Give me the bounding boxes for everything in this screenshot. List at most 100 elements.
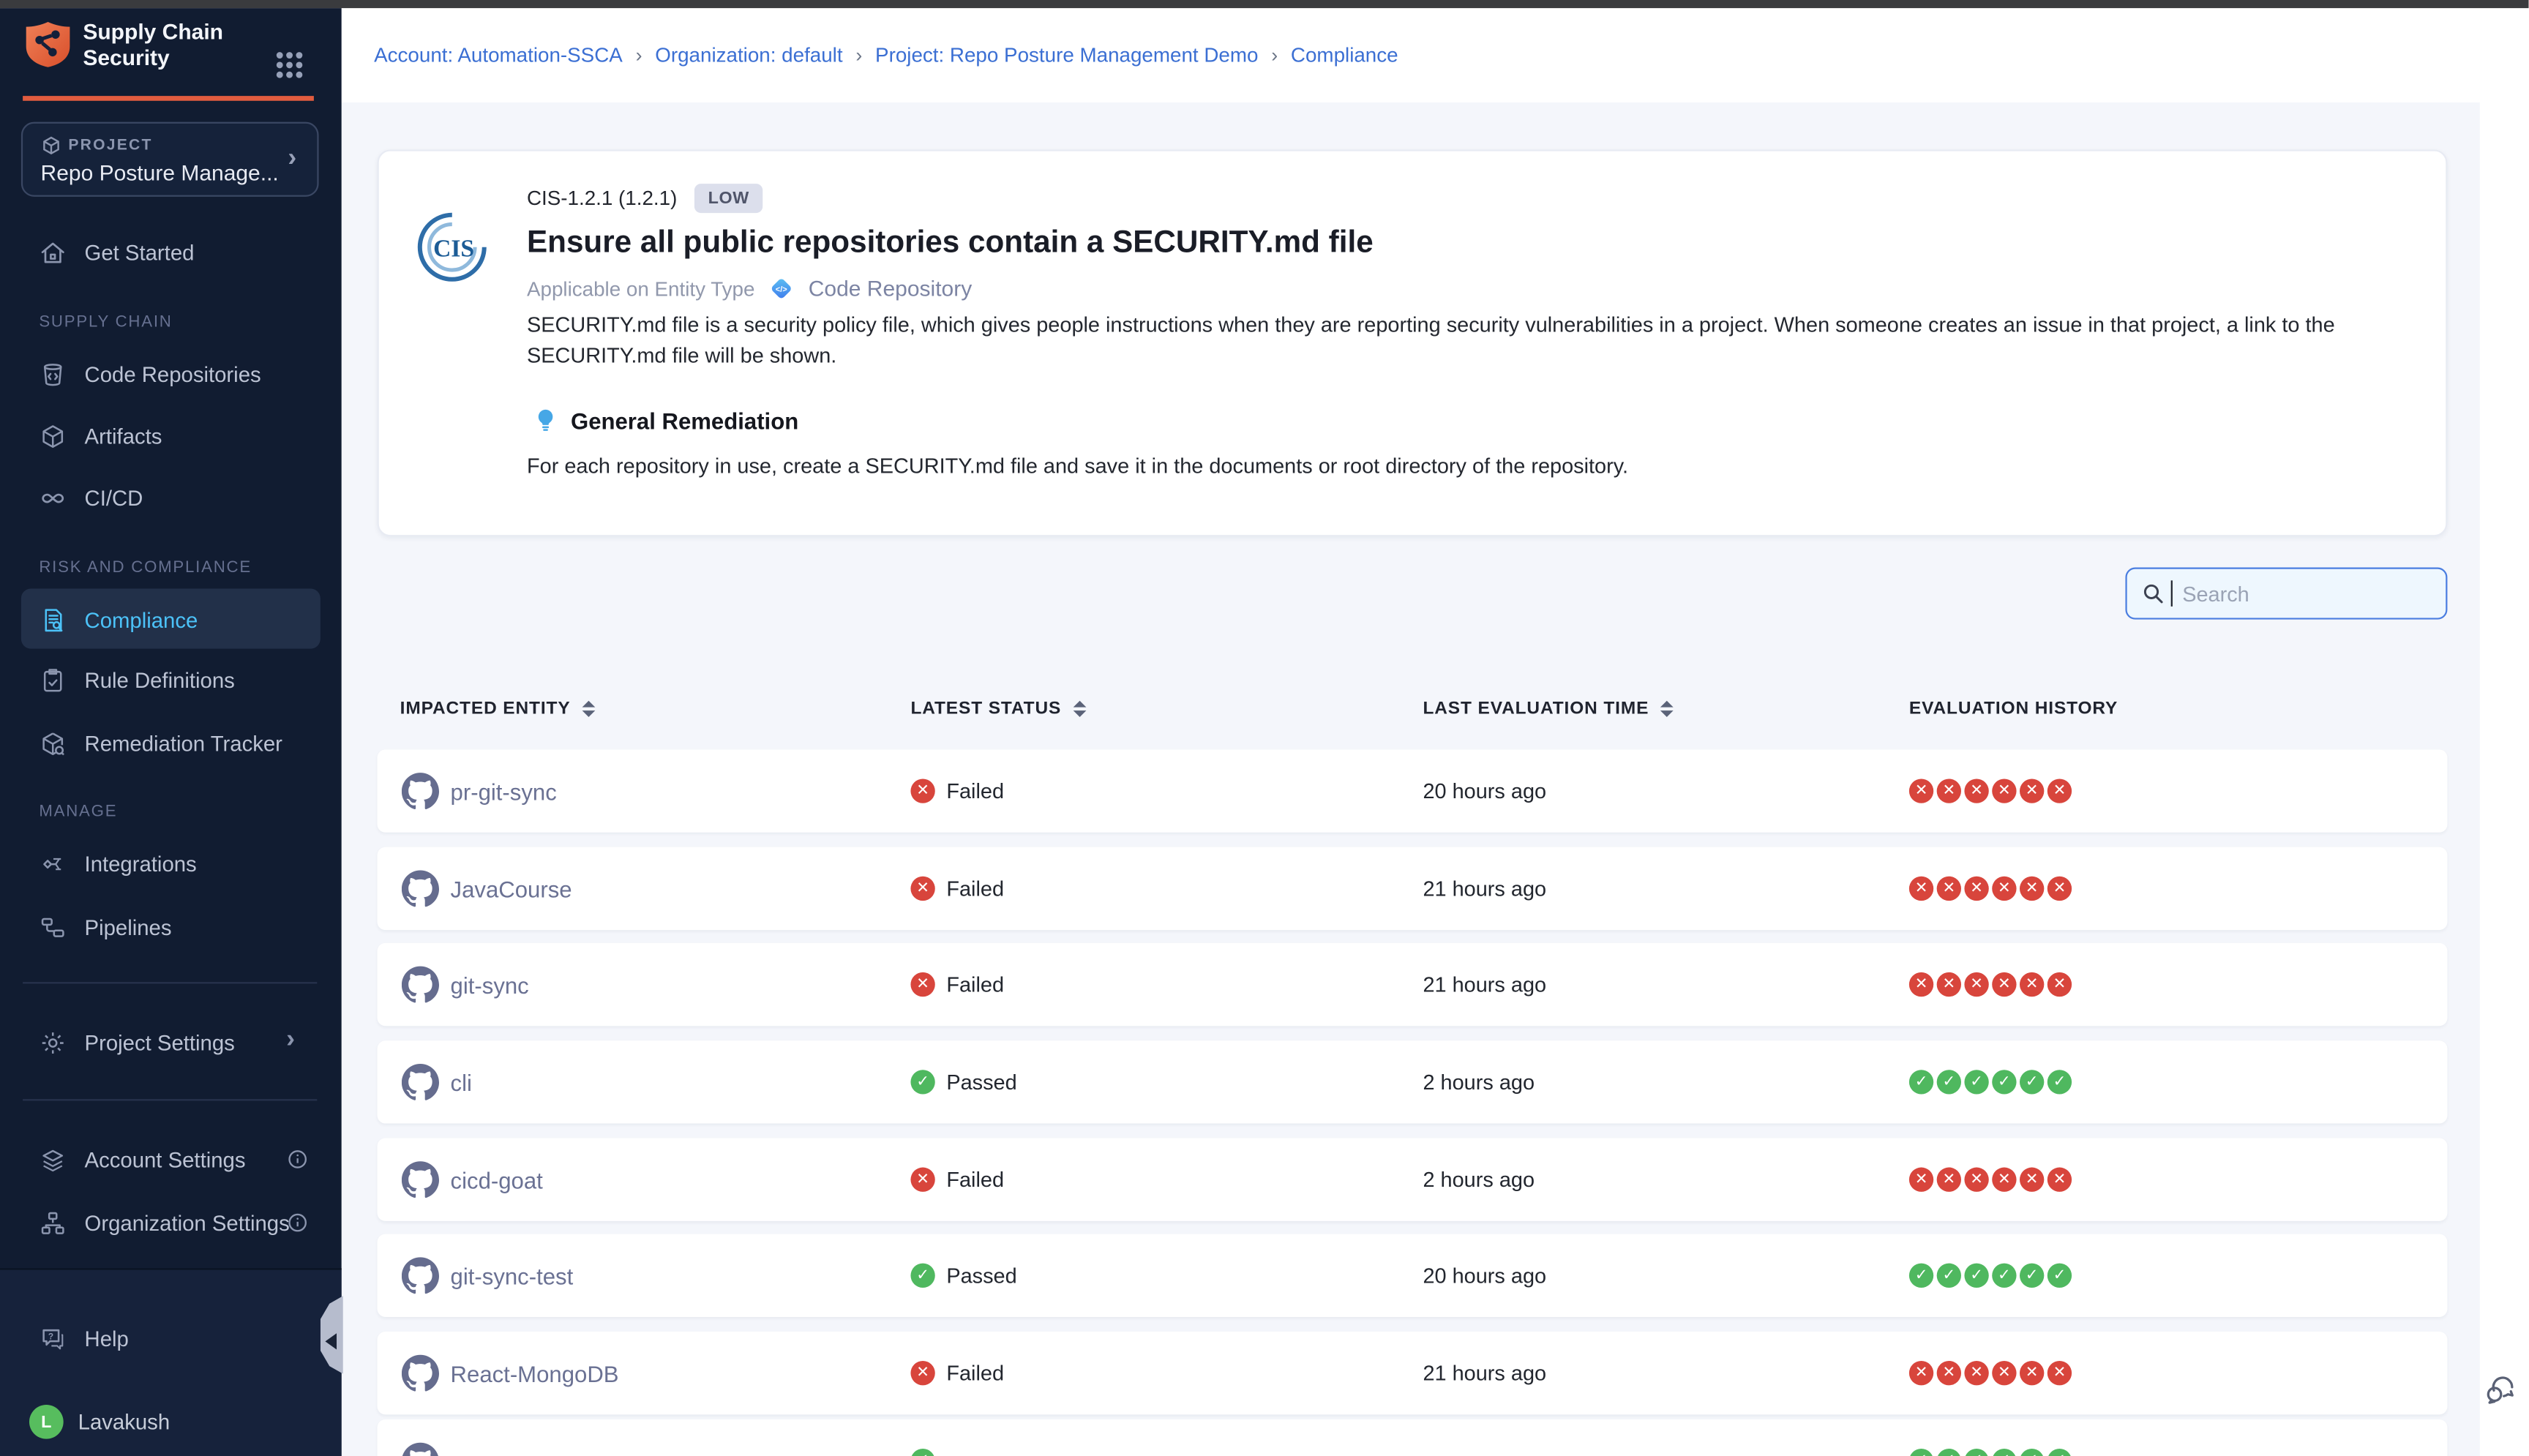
history-status-icon[interactable] bbox=[2047, 972, 2072, 997]
status-cell bbox=[910, 1419, 946, 1456]
sidebar-item-help[interactable]: ? Help bbox=[0, 1310, 342, 1366]
history-status-icon[interactable] bbox=[1909, 778, 1933, 803]
table-row[interactable] bbox=[378, 1419, 2448, 1456]
history-status-icon[interactable] bbox=[1992, 1070, 2016, 1094]
sidebar-item-pipelines[interactable]: Pipelines bbox=[0, 899, 342, 955]
history-status-icon[interactable] bbox=[2047, 1070, 2072, 1094]
history-status-icon[interactable] bbox=[2047, 1264, 2072, 1288]
history-status-icon[interactable] bbox=[2020, 1449, 2044, 1456]
history-status-icon[interactable] bbox=[1909, 1449, 1933, 1456]
table-row[interactable]: git-sync Failed 21 hours ago bbox=[378, 943, 2448, 1026]
column-header-last-evaluation-time[interactable]: LAST EVALUATION TIME bbox=[1423, 699, 1673, 719]
history-status-icon[interactable] bbox=[1964, 1168, 1988, 1192]
entity-link[interactable]: pr-git-sync bbox=[451, 749, 557, 832]
history-status-icon[interactable] bbox=[1909, 1361, 1933, 1385]
history-status-icon[interactable] bbox=[1964, 1449, 1988, 1456]
history-status-icon[interactable] bbox=[1937, 1264, 1961, 1288]
rule-detail-card: CIS CIS-1.2.1 (1.2.1) LOW Ensure all pub… bbox=[378, 149, 2448, 536]
entity-link[interactable]: git-sync-test bbox=[451, 1234, 574, 1317]
sort-icon[interactable] bbox=[1073, 700, 1086, 717]
history-status-icon[interactable] bbox=[1909, 1264, 1933, 1288]
history-status-icon[interactable] bbox=[2020, 972, 2044, 997]
user-name[interactable]: Lavakush bbox=[78, 1410, 170, 1434]
history-status-icon[interactable] bbox=[2020, 1264, 2044, 1288]
project-selector[interactable]: PROJECT Repo Posture Manage... › bbox=[21, 122, 319, 197]
history-status-icon[interactable] bbox=[1909, 1070, 1933, 1094]
sidebar-item-account-settings[interactable]: Account Settings bbox=[0, 1132, 342, 1187]
table-row[interactable]: React-MongoDB Failed 21 hours ago bbox=[378, 1332, 2448, 1414]
history-status-icon[interactable] bbox=[1937, 877, 1961, 901]
history-status-icon[interactable] bbox=[1992, 1361, 2016, 1385]
history-status-icon[interactable] bbox=[1909, 877, 1933, 901]
sidebar-item-compliance[interactable]: Compliance bbox=[0, 592, 342, 648]
sort-icon[interactable] bbox=[582, 700, 595, 717]
history-status-icon[interactable] bbox=[1992, 778, 2016, 803]
module-switcher-icon[interactable] bbox=[277, 52, 283, 59]
history-status-icon[interactable] bbox=[2020, 1168, 2044, 1192]
history-status-icon[interactable] bbox=[2047, 1449, 2072, 1456]
sidebar-item-remediation-tracker[interactable]: Remediation Tracker bbox=[0, 716, 342, 771]
history-status-icon[interactable] bbox=[1964, 1070, 1988, 1094]
history-status-icon[interactable] bbox=[1992, 877, 2016, 901]
section-label-supply-chain: SUPPLY CHAIN bbox=[39, 314, 172, 331]
sidebar-item-organization-settings[interactable]: Organization Settings bbox=[0, 1195, 342, 1250]
table-row[interactable]: JavaCourse Failed 21 hours ago bbox=[378, 847, 2448, 930]
column-header-impacted-entity[interactable]: IMPACTED ENTITY bbox=[400, 699, 595, 719]
breadcrumb-organization[interactable]: Organization: default bbox=[655, 44, 842, 67]
history-status-icon[interactable] bbox=[2020, 1070, 2044, 1094]
history-status-icon[interactable] bbox=[1937, 1070, 1961, 1094]
history-status-icon[interactable] bbox=[1964, 972, 1988, 997]
sort-icon[interactable] bbox=[1660, 700, 1674, 717]
breadcrumb-compliance[interactable]: Compliance bbox=[1291, 44, 1398, 67]
column-header-latest-status[interactable]: LATEST STATUS bbox=[910, 699, 1085, 719]
history-status-icon[interactable] bbox=[1937, 972, 1961, 997]
history-status-icon[interactable] bbox=[1937, 778, 1961, 803]
table-row[interactable]: cicd-goat Failed 2 hours ago bbox=[378, 1138, 2448, 1221]
table-row[interactable]: cli Passed 2 hours ago bbox=[378, 1040, 2448, 1123]
chat-support-icon[interactable] bbox=[2481, 1373, 2517, 1408]
history-status-icon[interactable] bbox=[2020, 1361, 2044, 1385]
history-status-icon[interactable] bbox=[1992, 1264, 2016, 1288]
history-status-icon[interactable] bbox=[1964, 778, 1988, 803]
sidebar-item-artifacts[interactable]: Artifacts bbox=[0, 408, 342, 464]
history-status-icon[interactable] bbox=[1909, 972, 1933, 997]
history-status-icon[interactable] bbox=[1992, 972, 2016, 997]
history-status-icon[interactable] bbox=[1964, 1264, 1988, 1288]
info-icon[interactable] bbox=[286, 1212, 309, 1234]
history-status-icon[interactable] bbox=[2020, 877, 2044, 901]
history-status-icon[interactable] bbox=[1937, 1449, 1961, 1456]
sidebar-item-rule-definitions[interactable]: Rule Definitions bbox=[0, 652, 342, 708]
table-row[interactable]: git-sync-test Passed 20 hours ago bbox=[378, 1234, 2448, 1317]
entity-link[interactable]: git-sync bbox=[451, 943, 529, 1026]
history-status-icon[interactable] bbox=[1992, 1168, 2016, 1192]
history-status-icon[interactable] bbox=[1909, 1168, 1933, 1192]
user-avatar[interactable]: L bbox=[29, 1405, 64, 1439]
column-label: IMPACTED ENTITY bbox=[400, 699, 571, 719]
history-status-icon[interactable] bbox=[2047, 877, 2072, 901]
svg-text:?: ? bbox=[48, 1330, 53, 1340]
sidebar-item-integrations[interactable]: Integrations bbox=[0, 836, 342, 891]
history-status-icon[interactable] bbox=[1937, 1168, 1961, 1192]
history-status-icon[interactable] bbox=[2047, 1361, 2072, 1385]
entity-link[interactable]: JavaCourse bbox=[451, 847, 572, 930]
breadcrumb-project[interactable]: Project: Repo Posture Management Demo bbox=[875, 44, 1258, 67]
breadcrumb-account[interactable]: Account: Automation-SSCA bbox=[374, 44, 623, 67]
search-input[interactable] bbox=[2125, 568, 2447, 620]
history-status-icon[interactable] bbox=[1964, 877, 1988, 901]
history-status-icon[interactable] bbox=[2047, 1168, 2072, 1192]
entity-link[interactable]: cicd-goat bbox=[451, 1138, 543, 1221]
sidebar-item-project-settings[interactable]: Project Settings › bbox=[0, 1015, 342, 1070]
table-row[interactable]: pr-git-sync Failed 20 hours ago bbox=[378, 749, 2448, 832]
entity-link[interactable]: cli bbox=[451, 1040, 472, 1123]
sidebar-item-get-started[interactable]: Get Started bbox=[0, 225, 342, 280]
entity-link[interactable]: React-MongoDB bbox=[451, 1332, 619, 1414]
compliance-document-icon bbox=[39, 606, 67, 634]
history-status-icon[interactable] bbox=[2047, 778, 2072, 803]
info-icon[interactable] bbox=[286, 1148, 309, 1171]
history-status-icon[interactable] bbox=[1937, 1361, 1961, 1385]
sidebar-item-cicd[interactable]: CI/CD bbox=[0, 470, 342, 525]
history-status-icon[interactable] bbox=[1964, 1361, 1988, 1385]
history-status-icon[interactable] bbox=[2020, 778, 2044, 803]
sidebar-item-code-repositories[interactable]: Code Repositories bbox=[0, 346, 342, 402]
history-status-icon[interactable] bbox=[1992, 1449, 2016, 1456]
